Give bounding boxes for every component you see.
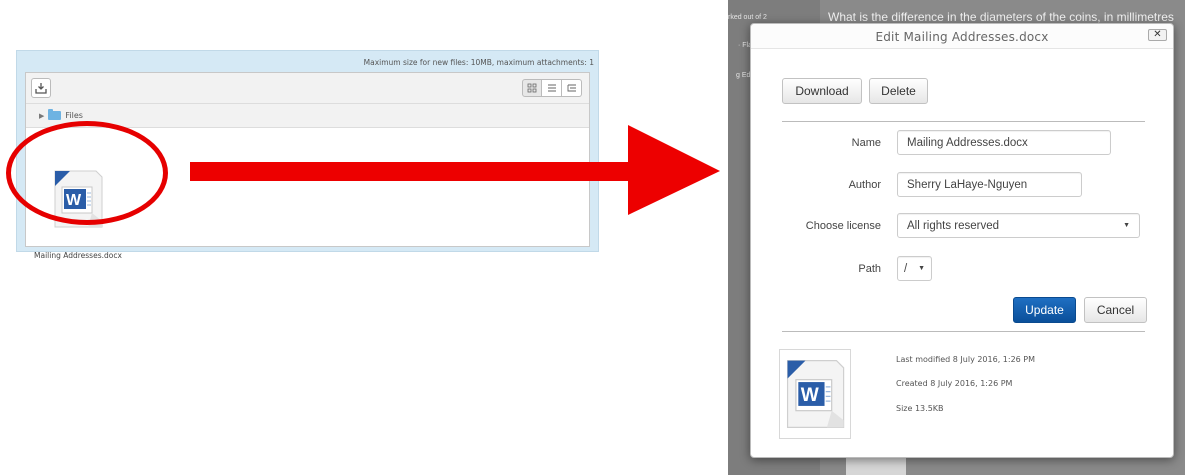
path-select[interactable]: / ▼: [897, 256, 932, 281]
add-file-button[interactable]: [31, 78, 51, 98]
dialog-header: Edit Mailing Addresses.docx ✕: [751, 24, 1173, 49]
edit-file-dialog: Edit Mailing Addresses.docx ✕ Download D…: [750, 23, 1174, 458]
chevron-down-icon: ▼: [918, 265, 925, 272]
edit-question-link[interactable]: g Ed: [736, 72, 750, 79]
license-selected-value: All rights reserved: [907, 219, 1000, 232]
question-text: What is the difference in the diameters …: [828, 10, 1174, 24]
folder-icon: [48, 109, 62, 120]
file-name-label[interactable]: Mailing Addresses.docx: [34, 251, 122, 260]
file-preview: W: [779, 349, 851, 439]
close-button[interactable]: ✕: [1148, 29, 1167, 41]
download-tray-icon: [35, 83, 47, 94]
path-selected-value: /: [904, 262, 908, 275]
divider: [782, 331, 1145, 332]
view-tree-button[interactable]: [562, 79, 582, 97]
list-icon: [547, 84, 556, 92]
cancel-button[interactable]: Cancel: [1084, 297, 1147, 323]
red-arrow-icon: [190, 125, 720, 215]
author-input[interactable]: Sherry LaHaye-Nguyen: [897, 172, 1082, 197]
created-text: Created 8 July 2016, 1:26 PM: [896, 379, 1013, 388]
update-button[interactable]: Update: [1013, 297, 1076, 323]
file-size-text: Size 13.5KB: [896, 404, 944, 413]
name-label: Name: [851, 137, 881, 149]
dialog-title: Edit Mailing Addresses.docx: [875, 30, 1049, 44]
marked-out-of-text: rked out of 2: [728, 14, 767, 21]
grid-icon: [527, 83, 537, 93]
last-modified-text: Last modified 8 July 2016, 1:26 PM: [896, 355, 1036, 364]
filemanager-toolbar: [26, 73, 589, 104]
chevron-down-icon: ▼: [1123, 222, 1130, 229]
author-label: Author: [848, 179, 881, 191]
name-input[interactable]: Mailing Addresses.docx: [897, 130, 1111, 155]
highlight-circle: [6, 121, 168, 225]
license-label: Choose license: [805, 220, 881, 232]
download-button[interactable]: Download: [782, 78, 862, 104]
max-size-notice: Maximum size for new files: 10MB, maximu…: [363, 58, 594, 67]
expand-triangle-icon[interactable]: ▶: [39, 112, 44, 120]
word-document-icon: W: [786, 360, 845, 428]
view-list-button[interactable]: [542, 79, 562, 97]
view-icons-button[interactable]: [522, 79, 542, 97]
tree-icon: [567, 84, 576, 92]
divider: [782, 121, 1145, 122]
path-label: Path: [858, 263, 881, 275]
svg-text:W: W: [801, 385, 819, 406]
license-select[interactable]: All rights reserved ▼: [897, 213, 1140, 238]
folder-label: Files: [65, 111, 83, 120]
delete-button[interactable]: Delete: [869, 78, 928, 104]
